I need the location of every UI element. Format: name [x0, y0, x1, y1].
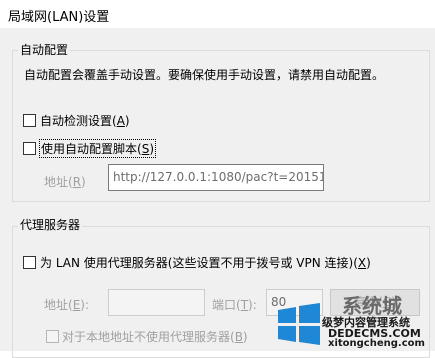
proxy-address-input[interactable] [108, 289, 205, 316]
use-proxy-checkbox[interactable] [23, 256, 36, 269]
watermark-line3: xitongcheng.com [328, 338, 425, 349]
bypass-local-label[interactable]: 对于本地地址不使用代理服务器(B) [62, 328, 248, 345]
windows-logo-icon [278, 303, 320, 345]
window-title: 局域网(LAN)设置 [8, 10, 110, 25]
auto-config-legend: 自动配置 [18, 41, 71, 58]
use-script-checkbox[interactable] [23, 142, 36, 155]
script-address-label: 地址(R) [44, 175, 86, 189]
auto-config-description: 自动配置会覆盖手动设置。要确保使用手动设置，请禁用自动配置。 [24, 68, 385, 82]
watermark: 系统城 级梦内容管理系统 DEDECMS.COM xitongcheng.com [266, 286, 435, 351]
title-bar: 局域网(LAN)设置 [0, 0, 435, 28]
use-proxy-label[interactable]: 为 LAN 使用代理服务器(这些设置不用于拨号或 VPN 连接)(X) [40, 254, 371, 271]
bypass-local-checkbox[interactable] [46, 330, 59, 343]
use-script-label[interactable]: 使用自动配置脚本(S) [39, 139, 156, 158]
proxy-address-label: 地址(E): [44, 298, 90, 312]
auto-detect-checkbox[interactable] [23, 114, 36, 127]
auto-detect-label[interactable]: 自动检测设置(A) [40, 112, 130, 129]
proxy-port-label: 端口(T): [212, 298, 257, 312]
script-address-input[interactable]: http://127.0.0.1:1080/pac?t=2015123 [108, 164, 324, 191]
proxy-legend: 代理服务器 [18, 216, 83, 233]
